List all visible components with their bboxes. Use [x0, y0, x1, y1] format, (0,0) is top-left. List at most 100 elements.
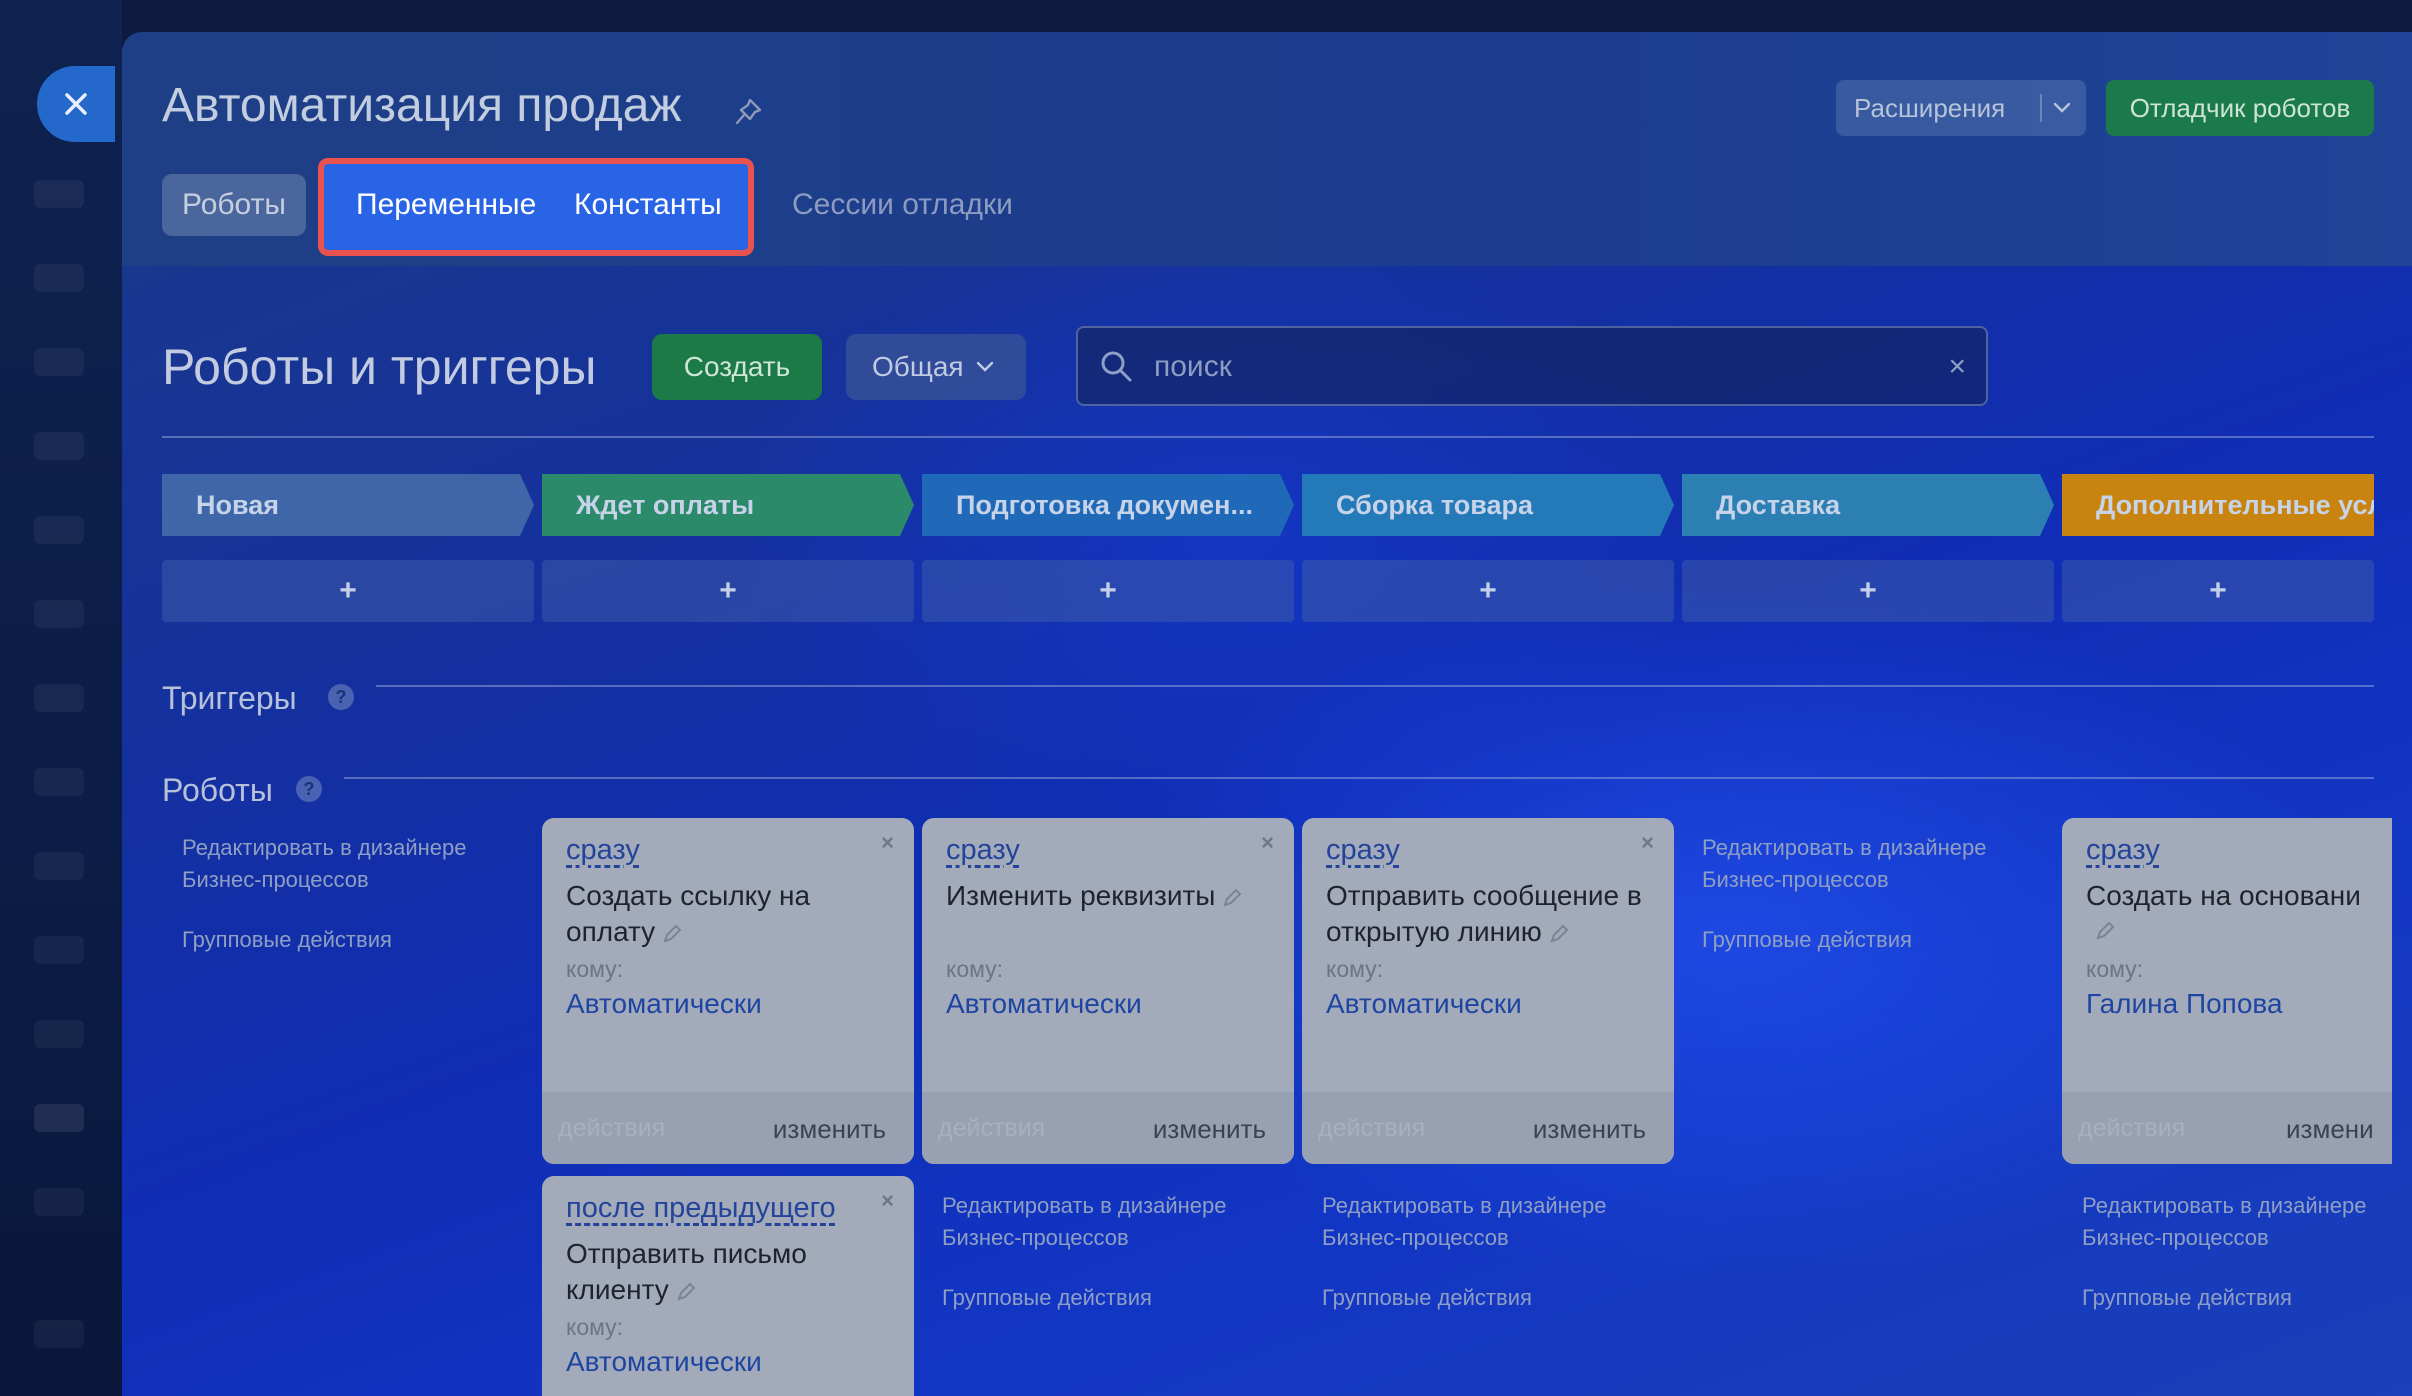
robot-actions-link[interactable]: действия	[938, 1114, 1045, 1143]
robot-timing-link[interactable]: сразу	[946, 834, 1020, 867]
group-actions-link[interactable]: Групповые действия	[1702, 924, 2042, 956]
recipient-label: кому:	[946, 956, 1004, 982]
pencil-icon[interactable]	[1221, 887, 1243, 909]
add-trigger-button[interactable]: +	[162, 560, 534, 622]
clear-search-icon[interactable]: ×	[1948, 350, 1966, 384]
close-icon	[65, 93, 87, 115]
edit-in-designer-link[interactable]: Редактировать в дизайнере Бизнес-процессо…	[2082, 1190, 2382, 1254]
robot-card-footer: действия изменить	[542, 1092, 914, 1164]
pin-icon[interactable]	[730, 94, 766, 130]
robot-title: Отправить письмо клиенту	[566, 1238, 807, 1305]
sidebar-ghost-item	[34, 1020, 84, 1048]
robot-card[interactable]: сразу Создать на основани кому: Галина П…	[2062, 818, 2392, 1164]
filter-dropdown[interactable]: Общая	[846, 334, 1026, 400]
sidebar-ghost-item	[34, 1188, 84, 1216]
robot-title: Отправить сообщение в открытую линию	[1326, 880, 1642, 947]
delete-robot-icon[interactable]: ×	[1261, 830, 1274, 856]
tab-debug-sessions[interactable]: Сессии отладки	[772, 174, 1033, 236]
robot-card[interactable]: сразу × Изменить реквизиты кому: Автомат…	[922, 818, 1294, 1164]
divider	[376, 685, 2374, 687]
help-icon[interactable]: ?	[296, 776, 322, 802]
delete-robot-icon[interactable]: ×	[881, 830, 894, 856]
stage-delivery[interactable]: Доставка	[1682, 474, 2054, 536]
tab-variables[interactable]: Переменные	[336, 174, 556, 236]
recipient-value[interactable]: Автоматически	[566, 1346, 762, 1378]
recipient-value[interactable]: Автоматически	[566, 988, 762, 1020]
robot-actions-link[interactable]: действия	[2078, 1114, 2185, 1143]
extensions-button[interactable]: Расширения	[1836, 80, 2086, 136]
robot-timing-link[interactable]: сразу	[2086, 834, 2160, 867]
column-links: Редактировать в дизайнере Бизнес-процессо…	[1702, 832, 2042, 956]
chevron-down-icon[interactable]	[2042, 94, 2082, 122]
sidebar-ghost-item	[34, 264, 84, 292]
sidebar-ghost-item	[34, 684, 84, 712]
robot-card[interactable]: сразу × Отправить сообщение в открытую л…	[1302, 818, 1674, 1164]
add-trigger-button[interactable]: +	[922, 560, 1294, 622]
robot-card[interactable]: сразу × Создать ссылку на оплату кому: А…	[542, 818, 914, 1164]
stage-assembly[interactable]: Сборка товара	[1302, 474, 1674, 536]
robot-edit-link[interactable]: изменить	[1533, 1114, 1646, 1145]
pencil-icon[interactable]	[2094, 920, 2116, 942]
stage-awaiting-payment[interactable]: Ждет оплаты	[542, 474, 914, 536]
group-actions-link[interactable]: Групповые действия	[942, 1282, 1282, 1314]
tab-robots[interactable]: Роботы	[162, 174, 306, 236]
delete-robot-icon[interactable]: ×	[1641, 830, 1654, 856]
sidebar-ghost-item	[34, 1320, 84, 1348]
robot-card[interactable]: после предыдущего × Отправить письмо кли…	[542, 1176, 914, 1396]
sidebar-ghost-item	[34, 768, 84, 796]
recipient-label: кому:	[1326, 956, 1384, 982]
recipient-value[interactable]: Автоматически	[946, 988, 1142, 1020]
column-links: Редактировать в дизайнере Бизнес-процессо…	[182, 832, 522, 956]
recipient-value[interactable]: Автоматически	[1326, 988, 1522, 1020]
column-links: Редактировать в дизайнере Бизнес-процессо…	[942, 1190, 1282, 1314]
robot-edit-link[interactable]: изменить	[1153, 1114, 1266, 1145]
robot-timing-link[interactable]: после предыдущего	[566, 1192, 836, 1225]
stage-additional[interactable]: Дополнительные усл	[2062, 474, 2374, 536]
sidebar-ghost-item	[34, 600, 84, 628]
add-trigger-button[interactable]: +	[1302, 560, 1674, 622]
create-button[interactable]: Создать	[652, 334, 822, 400]
robot-card-footer: действия измени	[2062, 1092, 2392, 1164]
search-box[interactable]: ×	[1076, 326, 1988, 406]
edit-in-designer-link[interactable]: Редактировать в дизайнере Бизнес-процессо…	[182, 832, 522, 896]
group-actions-link[interactable]: Групповые действия	[1322, 1282, 1662, 1314]
sidebar-ghost-item	[34, 516, 84, 544]
edit-in-designer-link[interactable]: Редактировать в дизайнере Бизнес-процессо…	[1702, 832, 2042, 896]
sidebar-ghost-item	[34, 180, 84, 208]
close-panel-button[interactable]	[37, 66, 115, 142]
recipient-label: кому:	[2086, 956, 2144, 982]
divider	[344, 777, 2374, 779]
robot-timing-link[interactable]: сразу	[566, 834, 640, 867]
sidebar-ghost-item	[34, 852, 84, 880]
pencil-icon[interactable]	[1548, 923, 1570, 945]
add-trigger-button[interactable]: +	[1682, 560, 2054, 622]
help-icon[interactable]: ?	[328, 684, 354, 710]
search-icon	[1101, 351, 1132, 382]
stage-new[interactable]: Новая	[162, 474, 534, 536]
edit-in-designer-link[interactable]: Редактировать в дизайнере Бизнес-процессо…	[1322, 1190, 1662, 1254]
sidebar-ghost-item	[34, 348, 84, 376]
recipient-label: кому:	[566, 1314, 624, 1340]
robot-edit-link[interactable]: изменить	[773, 1114, 886, 1145]
robot-title: Создать на основани	[2086, 880, 2361, 911]
recipient-value[interactable]: Галина Попова	[2086, 988, 2283, 1020]
add-trigger-button[interactable]: +	[542, 560, 914, 622]
robot-edit-link[interactable]: измени	[2286, 1114, 2374, 1145]
robots-label: Роботы	[162, 772, 273, 808]
group-actions-link[interactable]: Групповые действия	[182, 924, 522, 956]
pencil-icon[interactable]	[661, 923, 683, 945]
column-links: Редактировать в дизайнере Бизнес-процессо…	[1322, 1190, 1662, 1314]
tab-constants[interactable]: Константы	[554, 174, 742, 236]
robot-timing-link[interactable]: сразу	[1326, 834, 1400, 867]
robot-debugger-button[interactable]: Отладчик роботов	[2106, 80, 2374, 136]
robot-actions-link[interactable]: действия	[1318, 1114, 1425, 1143]
robot-actions-link[interactable]: действия	[558, 1114, 665, 1143]
search-input[interactable]	[1152, 344, 1916, 390]
pencil-icon[interactable]	[675, 1281, 697, 1303]
section-title: Роботы и триггеры	[162, 339, 597, 395]
stage-documents[interactable]: Подготовка докумен...	[922, 474, 1294, 536]
delete-robot-icon[interactable]: ×	[881, 1188, 894, 1214]
add-trigger-button[interactable]: +	[2062, 560, 2374, 622]
group-actions-link[interactable]: Групповые действия	[2082, 1282, 2382, 1314]
edit-in-designer-link[interactable]: Редактировать в дизайнере Бизнес-процессо…	[942, 1190, 1282, 1254]
